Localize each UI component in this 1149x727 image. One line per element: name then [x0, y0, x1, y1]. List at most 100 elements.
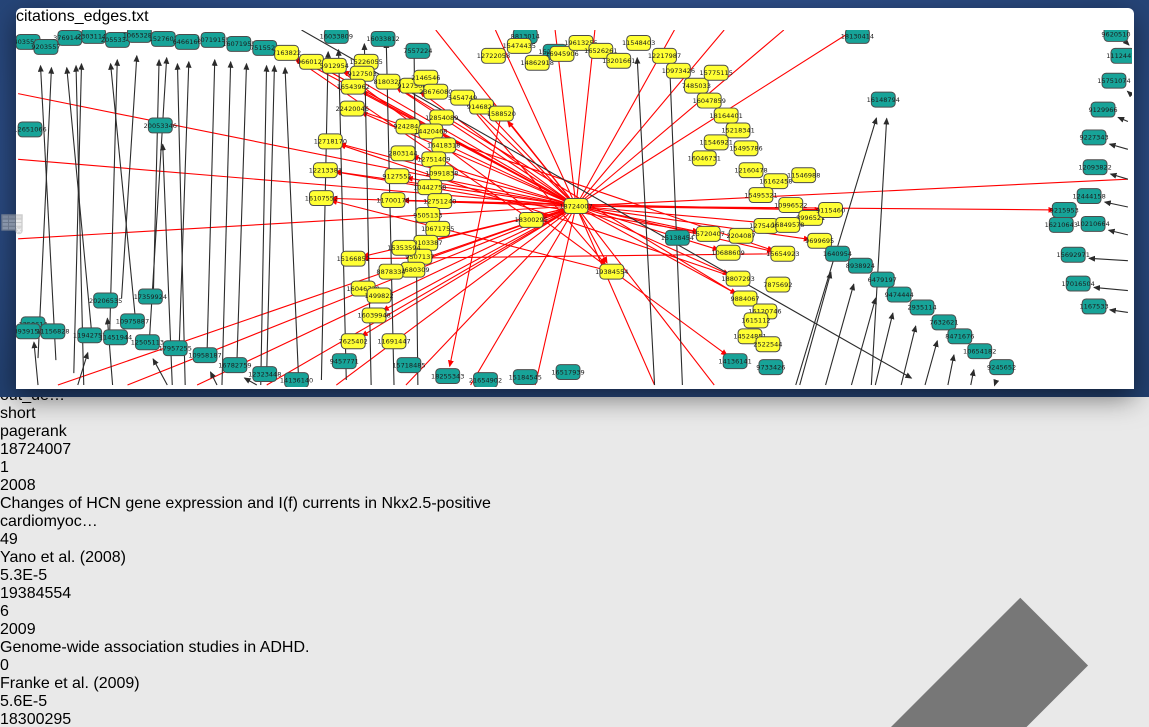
graph-node[interactable]: 14136141: [718, 354, 751, 369]
graph-node[interactable]: 18255343: [431, 369, 464, 384]
graph-edge-selected[interactable]: [535, 206, 576, 385]
graph-edge[interactable]: [971, 370, 974, 385]
graph-node[interactable]: 9733426: [756, 360, 785, 375]
graph-edge[interactable]: [1110, 144, 1128, 149]
graph-node[interactable]: 5912954: [320, 58, 349, 73]
graph-node[interactable]: 10991838: [425, 166, 458, 181]
graph-edge[interactable]: [153, 60, 159, 295]
graph-edge[interactable]: [1111, 174, 1128, 179]
graph-node[interactable]: 15166852: [337, 251, 370, 266]
graph-node[interactable]: 16849578: [771, 217, 804, 232]
graph-edge[interactable]: [1118, 117, 1128, 121]
graph-node[interactable]: 10958187: [188, 348, 221, 363]
graph-node[interactable]: 16418318: [427, 138, 460, 153]
graph-node[interactable]: 12718170: [314, 134, 347, 149]
graph-edge[interactable]: [637, 58, 654, 385]
graph-node[interactable]: 12722058: [477, 48, 510, 63]
graph-node[interactable]: 2204087: [726, 228, 755, 243]
graph-node[interactable]: 15775115: [700, 65, 733, 80]
graph-node[interactable]: 15184545: [509, 370, 542, 385]
graph-node[interactable]: 10654182: [963, 344, 996, 359]
graph-edge[interactable]: [925, 341, 937, 385]
graph-node[interactable]: 12854089: [425, 110, 458, 125]
graph-node[interactable]: 15692971: [1057, 247, 1090, 262]
graph-edge[interactable]: [34, 342, 38, 385]
graph-node[interactable]: 15718485: [392, 358, 425, 373]
graph-node[interactable]: 9129966: [1088, 102, 1117, 117]
graph-edge[interactable]: [1128, 44, 1129, 45]
graph-edge[interactable]: [339, 50, 347, 380]
graph-node[interactable]: 2803144: [388, 146, 417, 161]
graph-node[interactable]: 2522544: [753, 337, 782, 352]
graph-node[interactable]: 14420468: [414, 124, 447, 139]
graph-node[interactable]: 8878334: [376, 264, 405, 279]
graph-edge-selected[interactable]: [576, 179, 1128, 206]
graph-node[interactable]: 11691447: [377, 334, 410, 349]
graph-node[interactable]: 19384554: [595, 264, 628, 279]
graph-node[interactable]: 11546988: [787, 168, 820, 183]
graph-node[interactable]: 9884067: [730, 291, 759, 306]
graph-node[interactable]: 17016504: [1062, 276, 1095, 291]
graph-node[interactable]: 11546921: [700, 135, 733, 150]
graph-node[interactable]: 15495321: [744, 188, 777, 203]
graph-node[interactable]: 16039948: [357, 308, 390, 323]
graph-edge[interactable]: [875, 313, 893, 385]
graph-node[interactable]: 16107552: [305, 191, 338, 206]
graph-node[interactable]: 11124477: [1106, 48, 1132, 63]
graph-node[interactable]: 12093822: [1078, 160, 1111, 175]
graph-edge[interactable]: [1094, 287, 1128, 290]
graph-node[interactable]: 18164401: [709, 108, 742, 123]
graph-node[interactable]: 7632621: [929, 315, 958, 330]
graph-edge[interactable]: [871, 118, 886, 385]
graph-node[interactable]: 12217987: [648, 48, 681, 63]
graph-node[interactable]: 12651066: [16, 122, 47, 137]
graph-node[interactable]: 16033809: [320, 30, 353, 43]
graph-node[interactable]: 11548403: [622, 35, 655, 50]
graph-node[interactable]: 9457771: [330, 354, 359, 369]
graph-node[interactable]: 1615112: [741, 313, 770, 328]
graph-edge[interactable]: [1110, 310, 1128, 313]
graph-node[interactable]: 12323448: [248, 367, 281, 382]
graph-node[interactable]: 16543962: [337, 79, 370, 94]
graph-node[interactable]: 12751409: [417, 152, 450, 167]
graph-node[interactable]: 9505133: [413, 208, 442, 223]
graph-node[interactable]: 10210664: [1076, 216, 1109, 231]
graph-node[interactable]: 9115460: [816, 203, 845, 218]
graph-node[interactable]: 9127552: [382, 169, 411, 184]
graph-node[interactable]: 12160478: [734, 163, 767, 178]
graph-node[interactable]: 9245652: [987, 360, 1016, 375]
graph-node[interactable]: 21654902: [469, 373, 502, 387]
graph-node[interactable]: 12751240: [423, 194, 456, 209]
graph-node[interactable]: 15720407: [692, 226, 725, 241]
graph-node[interactable]: 2935114: [907, 300, 936, 315]
graph-node[interactable]: 1499822: [365, 288, 394, 303]
graph-node[interactable]: 11700178: [376, 193, 409, 208]
graph-edge[interactable]: [1105, 202, 1128, 207]
graph-edge[interactable]: [948, 355, 954, 385]
graph-node[interactable]: 16033812: [366, 31, 399, 46]
graph-edge[interactable]: [261, 66, 267, 385]
graph-node[interactable]: 16047859: [693, 93, 726, 108]
graph-node[interactable]: 16210643: [1045, 217, 1078, 232]
graph-edge[interactable]: [800, 272, 831, 385]
graph-edge[interactable]: [177, 64, 185, 385]
graph-edge[interactable]: [826, 284, 854, 385]
graph-edge[interactable]: [41, 66, 56, 360]
graph-node[interactable]: 1167533: [1080, 299, 1109, 314]
graph-node[interactable]: 18130414: [841, 30, 874, 43]
graph-node[interactable]: 10688609: [711, 245, 744, 260]
graph-node[interactable]: 10442758: [413, 180, 446, 195]
graph-edge[interactable]: [237, 64, 247, 363]
graph-node[interactable]: 7875692: [763, 277, 792, 292]
graph-node[interactable]: 15138454: [661, 230, 694, 245]
graph-node[interactable]: 9215953: [1050, 203, 1079, 218]
graph-node-hub[interactable]: 18724007: [559, 199, 592, 214]
graph-node[interactable]: 18807293: [721, 271, 754, 286]
graph-edge-selected[interactable]: [576, 206, 655, 385]
graph-node[interactable]: 1588520: [487, 106, 516, 121]
graph-node[interactable]: 9474444: [885, 287, 914, 302]
graph-edge[interactable]: [38, 68, 51, 358]
graph-node[interactable]: 16148794: [867, 92, 900, 107]
graph-node[interactable]: 7625402: [339, 334, 368, 349]
graph-node[interactable]: 8471676: [945, 329, 974, 344]
